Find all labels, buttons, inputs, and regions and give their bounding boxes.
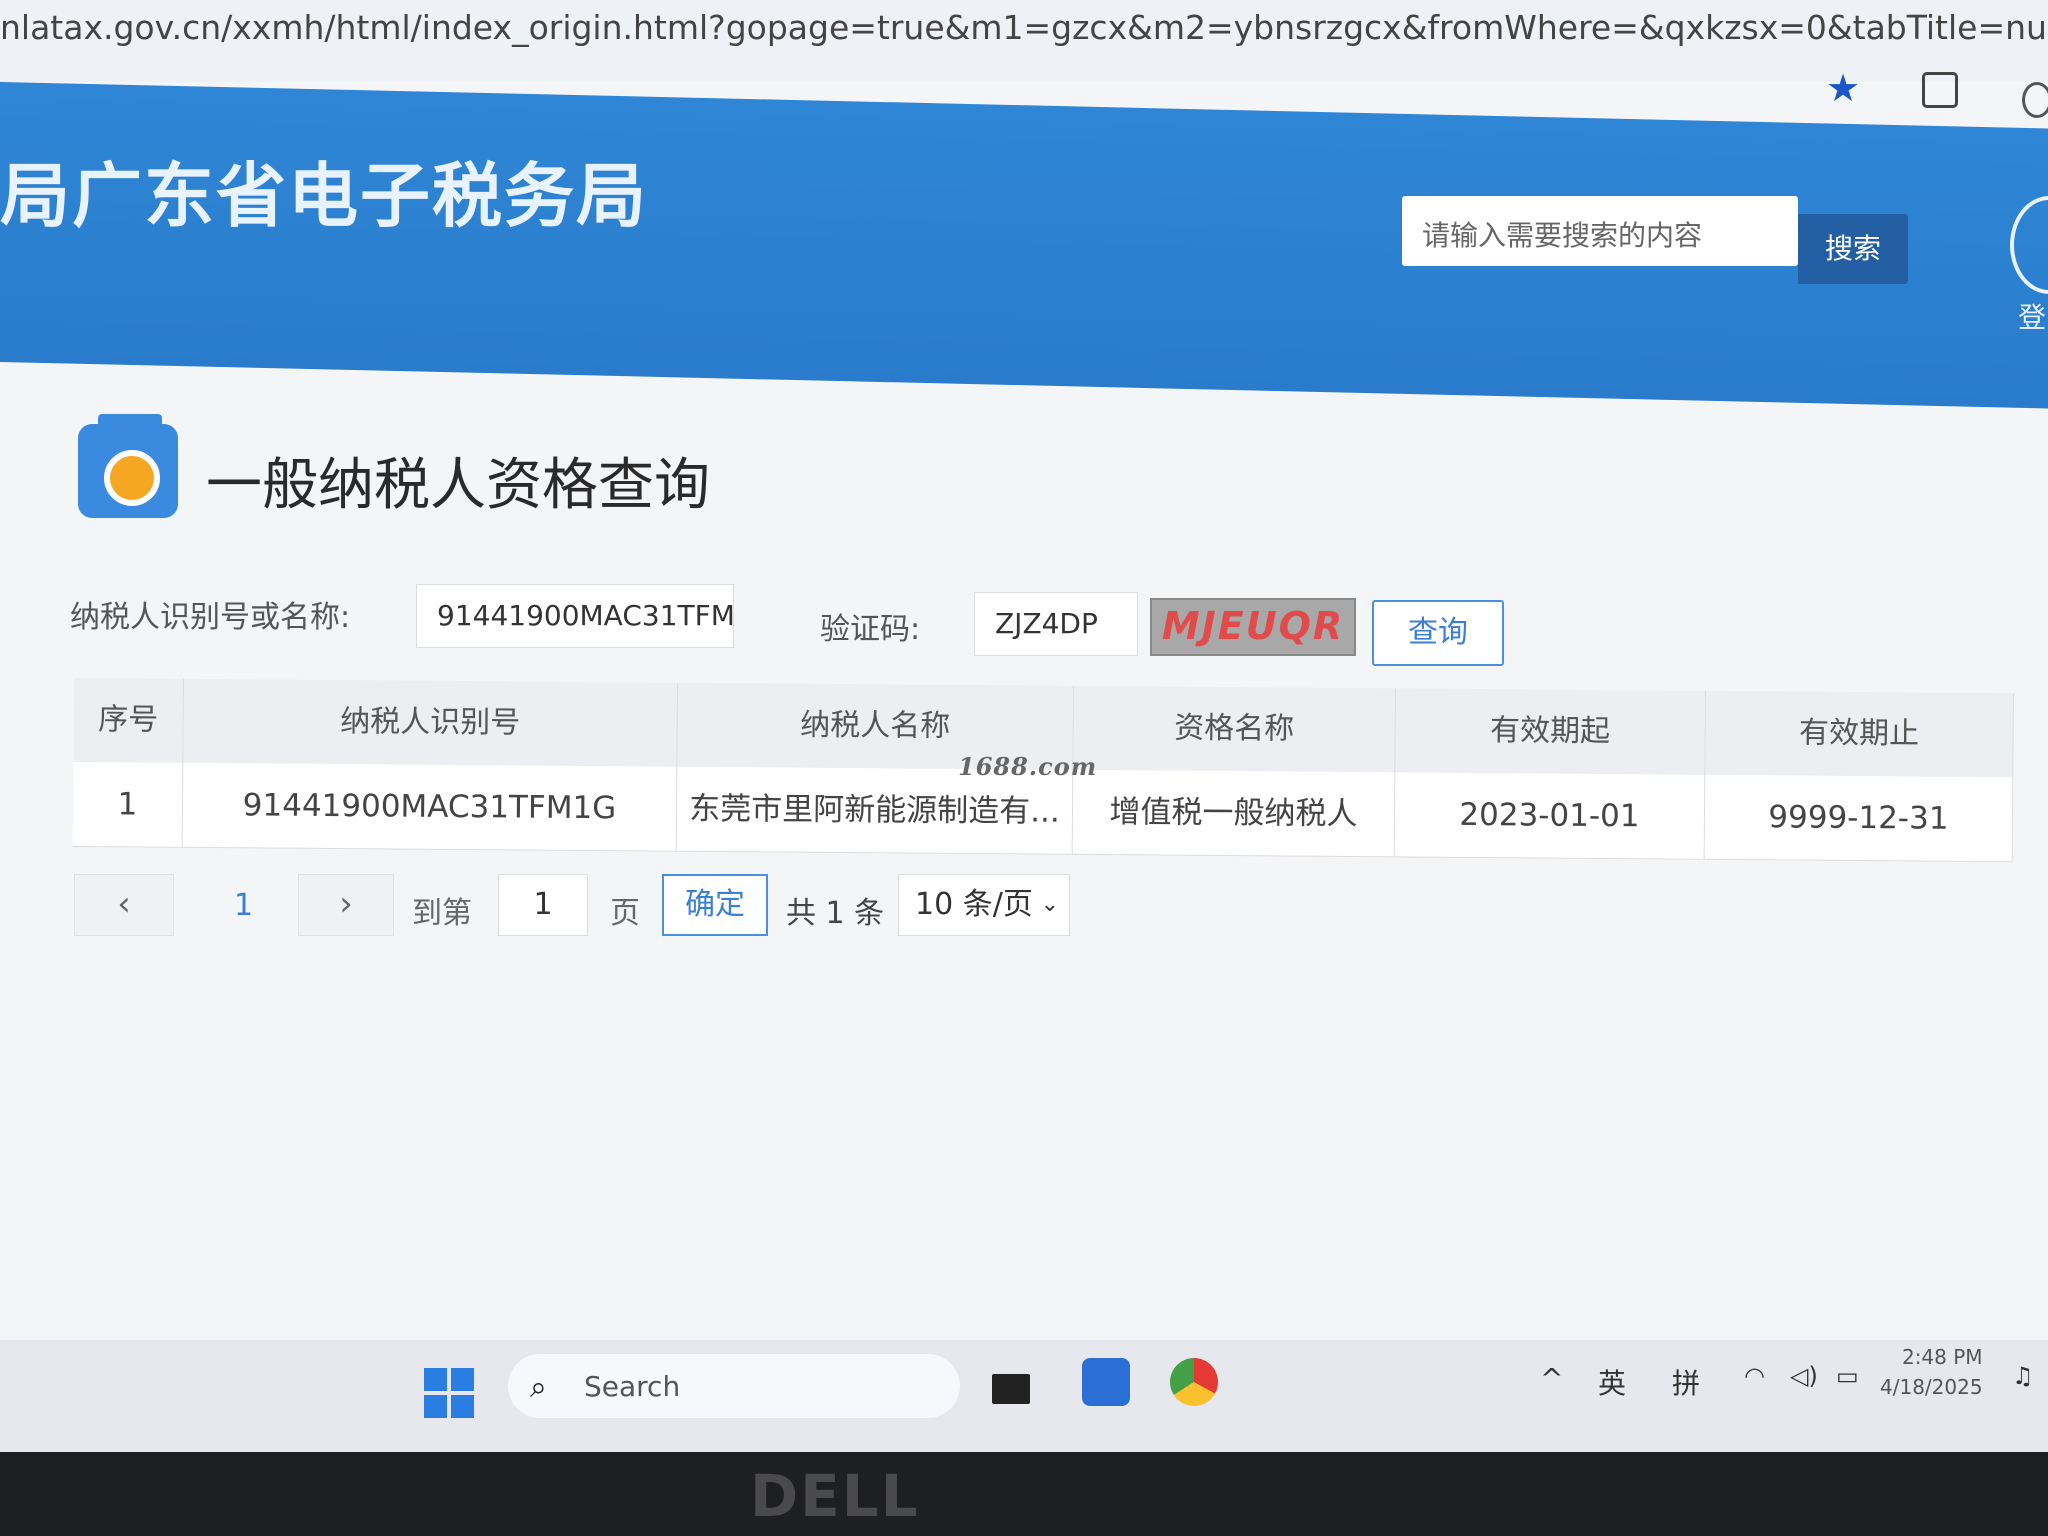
volume-icon[interactable]: ◁) [1790,1362,1818,1390]
prev-page-button[interactable]: ‹ [74,874,174,936]
ime-mode[interactable]: 拼 [1672,1362,1700,1402]
extensions-icon[interactable] [1922,72,1958,108]
goto-label: 到第 [412,896,472,931]
next-page-button[interactable]: › [298,874,394,936]
header-qualification: 资格名称 [1073,685,1396,773]
page-size-value: 10 条/页 [915,887,1033,922]
search-query-icon [78,414,178,518]
cell-qualification: 增值税一般纳税人 [1072,769,1396,857]
goto-confirm-button[interactable]: 确定 [662,874,768,936]
cell-taxpayer-id: 91441900MAC31TFM1G [182,762,678,851]
clock-date: 4/18/2025 [1880,1375,1983,1399]
url-text[interactable]: nlatax.gov.cn/xxmh/html/index_origin.htm… [0,8,2048,47]
chrome-icon[interactable] [1170,1358,1218,1406]
system-clock[interactable]: 2:48 PM 4/18/2025 [1880,1342,1983,1402]
search-icon: ⌕ [530,1370,547,1405]
clock-time: 2:48 PM [1901,1345,1983,1369]
login-link[interactable]: 登 [2018,296,2046,336]
taskbar-search[interactable]: ⌕ Search [508,1354,960,1418]
watermark-text: 1688.com [958,752,1098,781]
tray-chevron-up-icon[interactable]: ^ [1540,1362,1563,1395]
search-placeholder: 请输入需要搜索的内容 [1422,219,1703,252]
header-taxpayer-id: 纳税人识别号 [183,678,678,767]
notification-bell-icon[interactable]: ♫ [2012,1362,2034,1390]
site-search-button[interactable]: 搜索 [1798,214,1908,284]
page-title: 一般纳税人资格查询 [206,453,710,518]
site-title: 局广东省电子税务局 [0,155,648,237]
site-search-input[interactable]: 请输入需要搜索的内容 [1402,196,1798,266]
page-size-select[interactable]: 10 条/页 ⌄ [898,874,1070,936]
header-index: 序号 [73,678,184,763]
page-number-current[interactable]: 1 [234,888,253,923]
total-count: 共 1 条 [786,896,885,931]
page-suffix-label: 页 [610,896,640,931]
taxpayer-input[interactable]: 91441900MAC31TFM1G [416,584,734,648]
cell-index: 1 [72,761,184,847]
windows-start-icon[interactable] [424,1368,474,1418]
browser-address-bar[interactable]: nlatax.gov.cn/xxmh/html/index_origin.htm… [0,0,2048,118]
header-valid-from: 有效期起 [1395,688,1706,775]
windows-taskbar: ⌕ Search ^ 英 拼 ◠ ◁) ▭ 2:48 PM 4/18/2025 … [0,1340,2048,1452]
cell-valid-from: 2023-01-01 [1394,772,1706,859]
goto-page-input[interactable]: 1 [498,874,588,936]
captcha-label: 验证码: [820,612,921,647]
browser-profile-icon[interactable] [2022,82,2048,118]
taskbar-search-text: Search [584,1370,681,1403]
monitor-brand-logo: DELL [750,1462,920,1530]
captcha-image[interactable]: MJEUQR [1150,598,1356,656]
ime-language[interactable]: 英 [1598,1362,1626,1402]
header-valid-to: 有效期止 [1705,690,2014,778]
security-shield-icon[interactable] [1082,1358,1130,1406]
screen: nlatax.gov.cn/xxmh/html/index_origin.htm… [0,0,2048,1452]
captcha-input[interactable]: ZJZ4DP [974,592,1138,656]
query-button[interactable]: 查询 [1372,600,1504,666]
cell-valid-to: 9999-12-31 [1704,774,2014,862]
bookmark-star-icon[interactable]: ★ [1826,66,1860,110]
pagination: ‹ 1 › 到第 1 页 确定 共 1 条 10 条/页 ⌄ [74,874,1074,940]
wifi-icon[interactable]: ◠ [1744,1362,1765,1390]
battery-icon[interactable]: ▭ [1836,1362,1859,1390]
taxpayer-label: 纳税人识别号或名称: [70,600,351,635]
chevron-down-icon: ⌄ [1040,892,1059,917]
file-explorer-icon[interactable] [992,1374,1030,1404]
